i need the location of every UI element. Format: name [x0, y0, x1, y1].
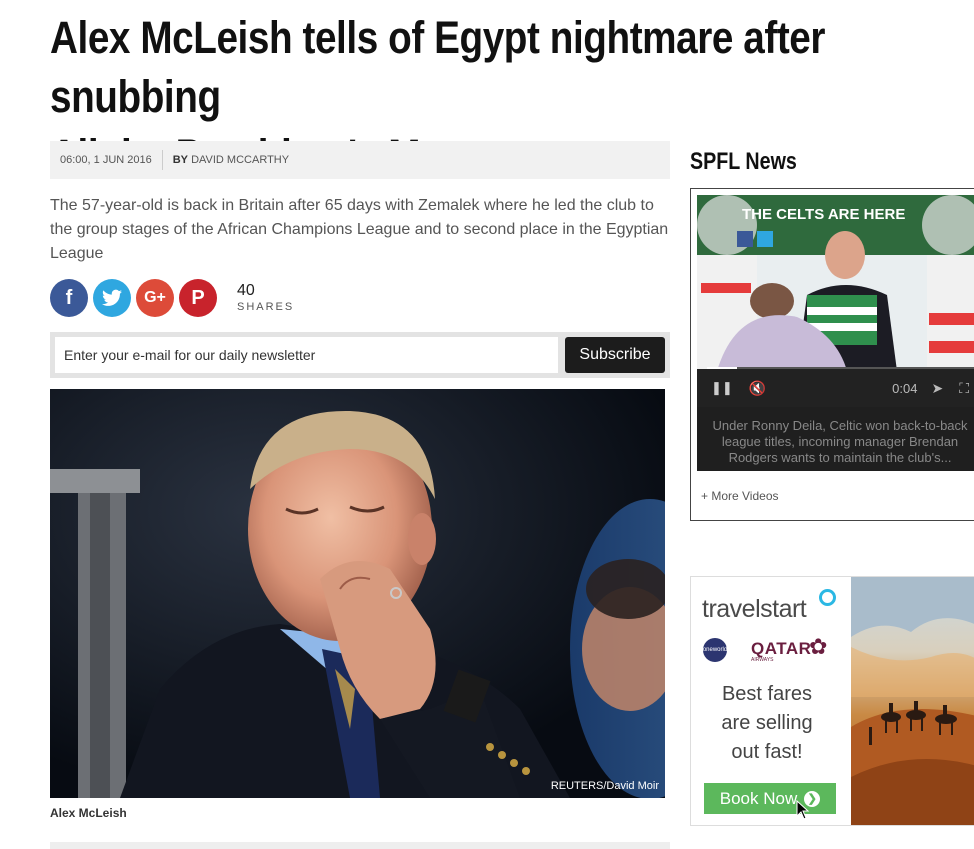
video-thumbnail[interactable]: THE CELTS ARE HERE — [697, 195, 974, 371]
travelstart-ad[interactable]: travelstart oneworld QATAR AIRWAYS ✿ Bes… — [690, 576, 974, 826]
ad-desert-image — [851, 577, 974, 825]
photo-credit: REUTERS/David Moir — [550, 780, 659, 792]
ad-copy-line-1: Best fares — [721, 683, 813, 705]
article-main-image: REUTERS/David Moir — [50, 389, 665, 798]
pinterest-icon: P — [191, 286, 205, 309]
video-banner-text: THE CELTS ARE HERE — [742, 206, 905, 223]
author-link[interactable]: DAVID MCCARTHY — [191, 154, 289, 166]
book-now-button[interactable]: Book Now ❯ — [704, 783, 836, 814]
content-divider — [50, 842, 670, 849]
byline-prefix: BY — [172, 154, 189, 166]
book-now-label: Book Now — [719, 788, 798, 808]
share-count-label: SHARES — [237, 301, 295, 313]
sidebar-section-title[interactable]: SPFL News — [690, 148, 797, 176]
ad-copy: Best fares are selling out fast! — [691, 680, 843, 767]
oryx-icon: ✿ — [809, 634, 828, 659]
image-caption: Alex McLeish — [50, 806, 127, 820]
qatar-airways-sub: AIRWAYS — [751, 657, 774, 663]
video-controls: ❚❚ 🔇 0:04 ➤ ⛶ — [697, 369, 974, 407]
desert-camels-photo — [851, 577, 974, 825]
alex-mcleish-photo — [50, 389, 665, 798]
video-widget: THE CELTS ARE HERE ❚❚ 🔇 0:04 ➤ ⛶ Under R… — [690, 188, 974, 521]
twitter-share-button[interactable] — [93, 279, 131, 317]
share-icon[interactable]: ➤ — [931, 380, 943, 397]
pause-icon[interactable]: ❚❚ — [711, 380, 733, 396]
share-count-number: 40 — [237, 282, 255, 299]
google-plus-icon: G+ — [144, 289, 166, 306]
travelstart-logo-icon — [819, 589, 836, 606]
video-description[interactable]: Under Ronny Deila, Celtic won back-to-ba… — [707, 418, 973, 466]
article-meta-bar: 06:00, 1 JUN 2016 BY DAVID MCCARTHY — [50, 141, 670, 179]
mute-icon[interactable]: 🔇 — [749, 380, 766, 397]
ad-copy-line-3: out fast! — [731, 741, 803, 763]
video-player[interactable]: THE CELTS ARE HERE ❚❚ 🔇 0:04 ➤ ⛶ Under R… — [697, 195, 974, 471]
facebook-share-button[interactable]: f — [50, 279, 88, 317]
video-time: 0:04 — [892, 380, 918, 396]
oneworld-icon: oneworld — [703, 638, 727, 662]
share-bar: f G+ P 40 SHARES — [50, 278, 294, 318]
mouse-cursor-icon — [796, 800, 810, 820]
video-frame-image: THE CELTS ARE HERE — [697, 195, 974, 371]
share-count: 40 SHARES — [237, 282, 294, 314]
ad-text-panel: travelstart oneworld QATAR AIRWAYS ✿ Bes… — [691, 577, 849, 825]
travelstart-logo: travelstart — [702, 595, 807, 623]
google-plus-share-button[interactable]: G+ — [136, 279, 174, 317]
ad-copy-line-2: are selling — [721, 712, 813, 734]
newsletter-email-input[interactable] — [55, 337, 558, 373]
twitter-icon — [102, 289, 122, 306]
publish-date: 06:00, 1 JUN 2016 — [50, 150, 163, 170]
fullscreen-icon[interactable]: ⛶ — [959, 380, 969, 397]
newsletter-signup: Subscribe — [50, 332, 670, 378]
more-videos-link[interactable]: + More Videos — [701, 489, 779, 503]
subscribe-button[interactable]: Subscribe — [565, 337, 665, 373]
headline-line-1: Alex McLeish tells of Egypt nightmare af… — [50, 12, 826, 122]
byline: BY DAVID MCCARTHY — [163, 154, 289, 166]
article-standfirst: The 57-year-old is back in Britain after… — [50, 197, 669, 262]
facebook-icon: f — [65, 286, 73, 309]
qatar-airways-logo: QATAR — [751, 639, 812, 658]
pinterest-share-button[interactable]: P — [179, 279, 217, 317]
